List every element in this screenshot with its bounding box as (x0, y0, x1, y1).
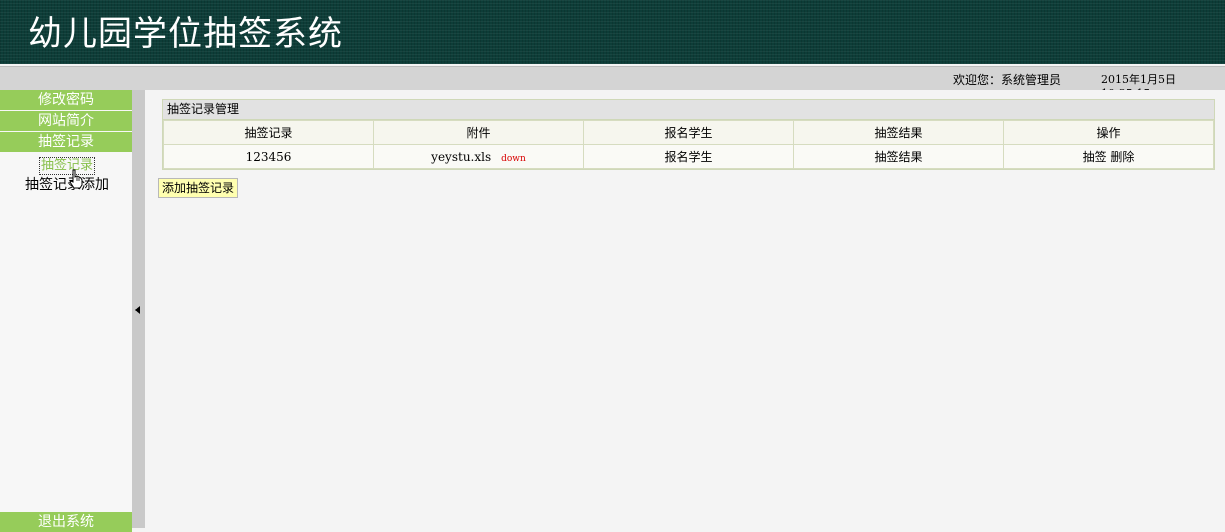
download-link[interactable]: down (501, 154, 526, 164)
column-header-result: 抽签结果 (793, 120, 1004, 145)
records-table: 抽签记录 附件 报名学生 抽签结果 操作 123456 yeystu.xls do… (163, 120, 1214, 169)
submenu-draw-records[interactable]: 抽签记录 (39, 157, 96, 175)
cell-attachment: yeystu.xls down (373, 144, 584, 169)
records-panel: 抽签记录管理 抽签记录 附件 报名学生 抽签结果 操作 123456 yeyst… (162, 99, 1215, 170)
sidebar-item-draw-records[interactable]: 抽签记录 (0, 132, 132, 152)
attachment-filename: yeystu.xls (431, 149, 492, 164)
cell-actions: 抽签 删除 (1003, 144, 1214, 169)
cell-record: 123456 (163, 144, 374, 169)
column-header-actions: 操作 (1003, 120, 1214, 145)
submenu-add-draw-record[interactable]: 抽签记录添加 (25, 176, 109, 194)
result-link[interactable]: 抽签结果 (874, 150, 922, 164)
sidebar-splitter[interactable] (132, 90, 145, 528)
header-banner: 幼儿园学位抽签系统 (0, 0, 1225, 64)
cell-students: 报名学生 (583, 144, 794, 169)
top-status-bar: 欢迎您：系统管理员 2015年1月5日 10:35:15 (0, 66, 1225, 100)
hand-cursor-icon (69, 169, 83, 189)
collapse-arrow-icon[interactable] (135, 306, 140, 314)
main-content: 抽签记录管理 抽签记录 附件 报名学生 抽签结果 操作 123456 yeyst… (145, 90, 1225, 528)
sidebar-item-site-intro[interactable]: 网站简介 (0, 111, 132, 131)
delete-link[interactable]: 删除 (1110, 150, 1134, 164)
table-row: 123456 yeystu.xls down 报名学生 抽签结果 抽签 删除 (163, 144, 1214, 169)
column-header-record: 抽签记录 (163, 120, 374, 145)
sidebar-item-change-password[interactable]: 修改密码 (0, 90, 132, 110)
sidebar: 修改密码 网站简介 抽签记录 抽签记录 抽签记录添加 退出系统 (0, 90, 132, 532)
column-header-attachment: 附件 (373, 120, 584, 145)
add-draw-record-button[interactable]: 添加抽签记录 (158, 178, 239, 198)
column-header-students: 报名学生 (583, 120, 794, 145)
draw-link[interactable]: 抽签 (1083, 150, 1107, 164)
table-header-row: 抽签记录 附件 报名学生 抽签结果 操作 (163, 120, 1214, 145)
panel-title: 抽签记录管理 (163, 100, 1214, 120)
system-title: 幼儿园学位抽签系统 (28, 14, 343, 54)
welcome-text: 欢迎您：系统管理员 (953, 73, 1062, 87)
students-link[interactable]: 报名学生 (664, 150, 712, 164)
sidebar-item-logout[interactable]: 退出系统 (0, 512, 132, 532)
cell-result: 抽签结果 (793, 144, 1004, 169)
